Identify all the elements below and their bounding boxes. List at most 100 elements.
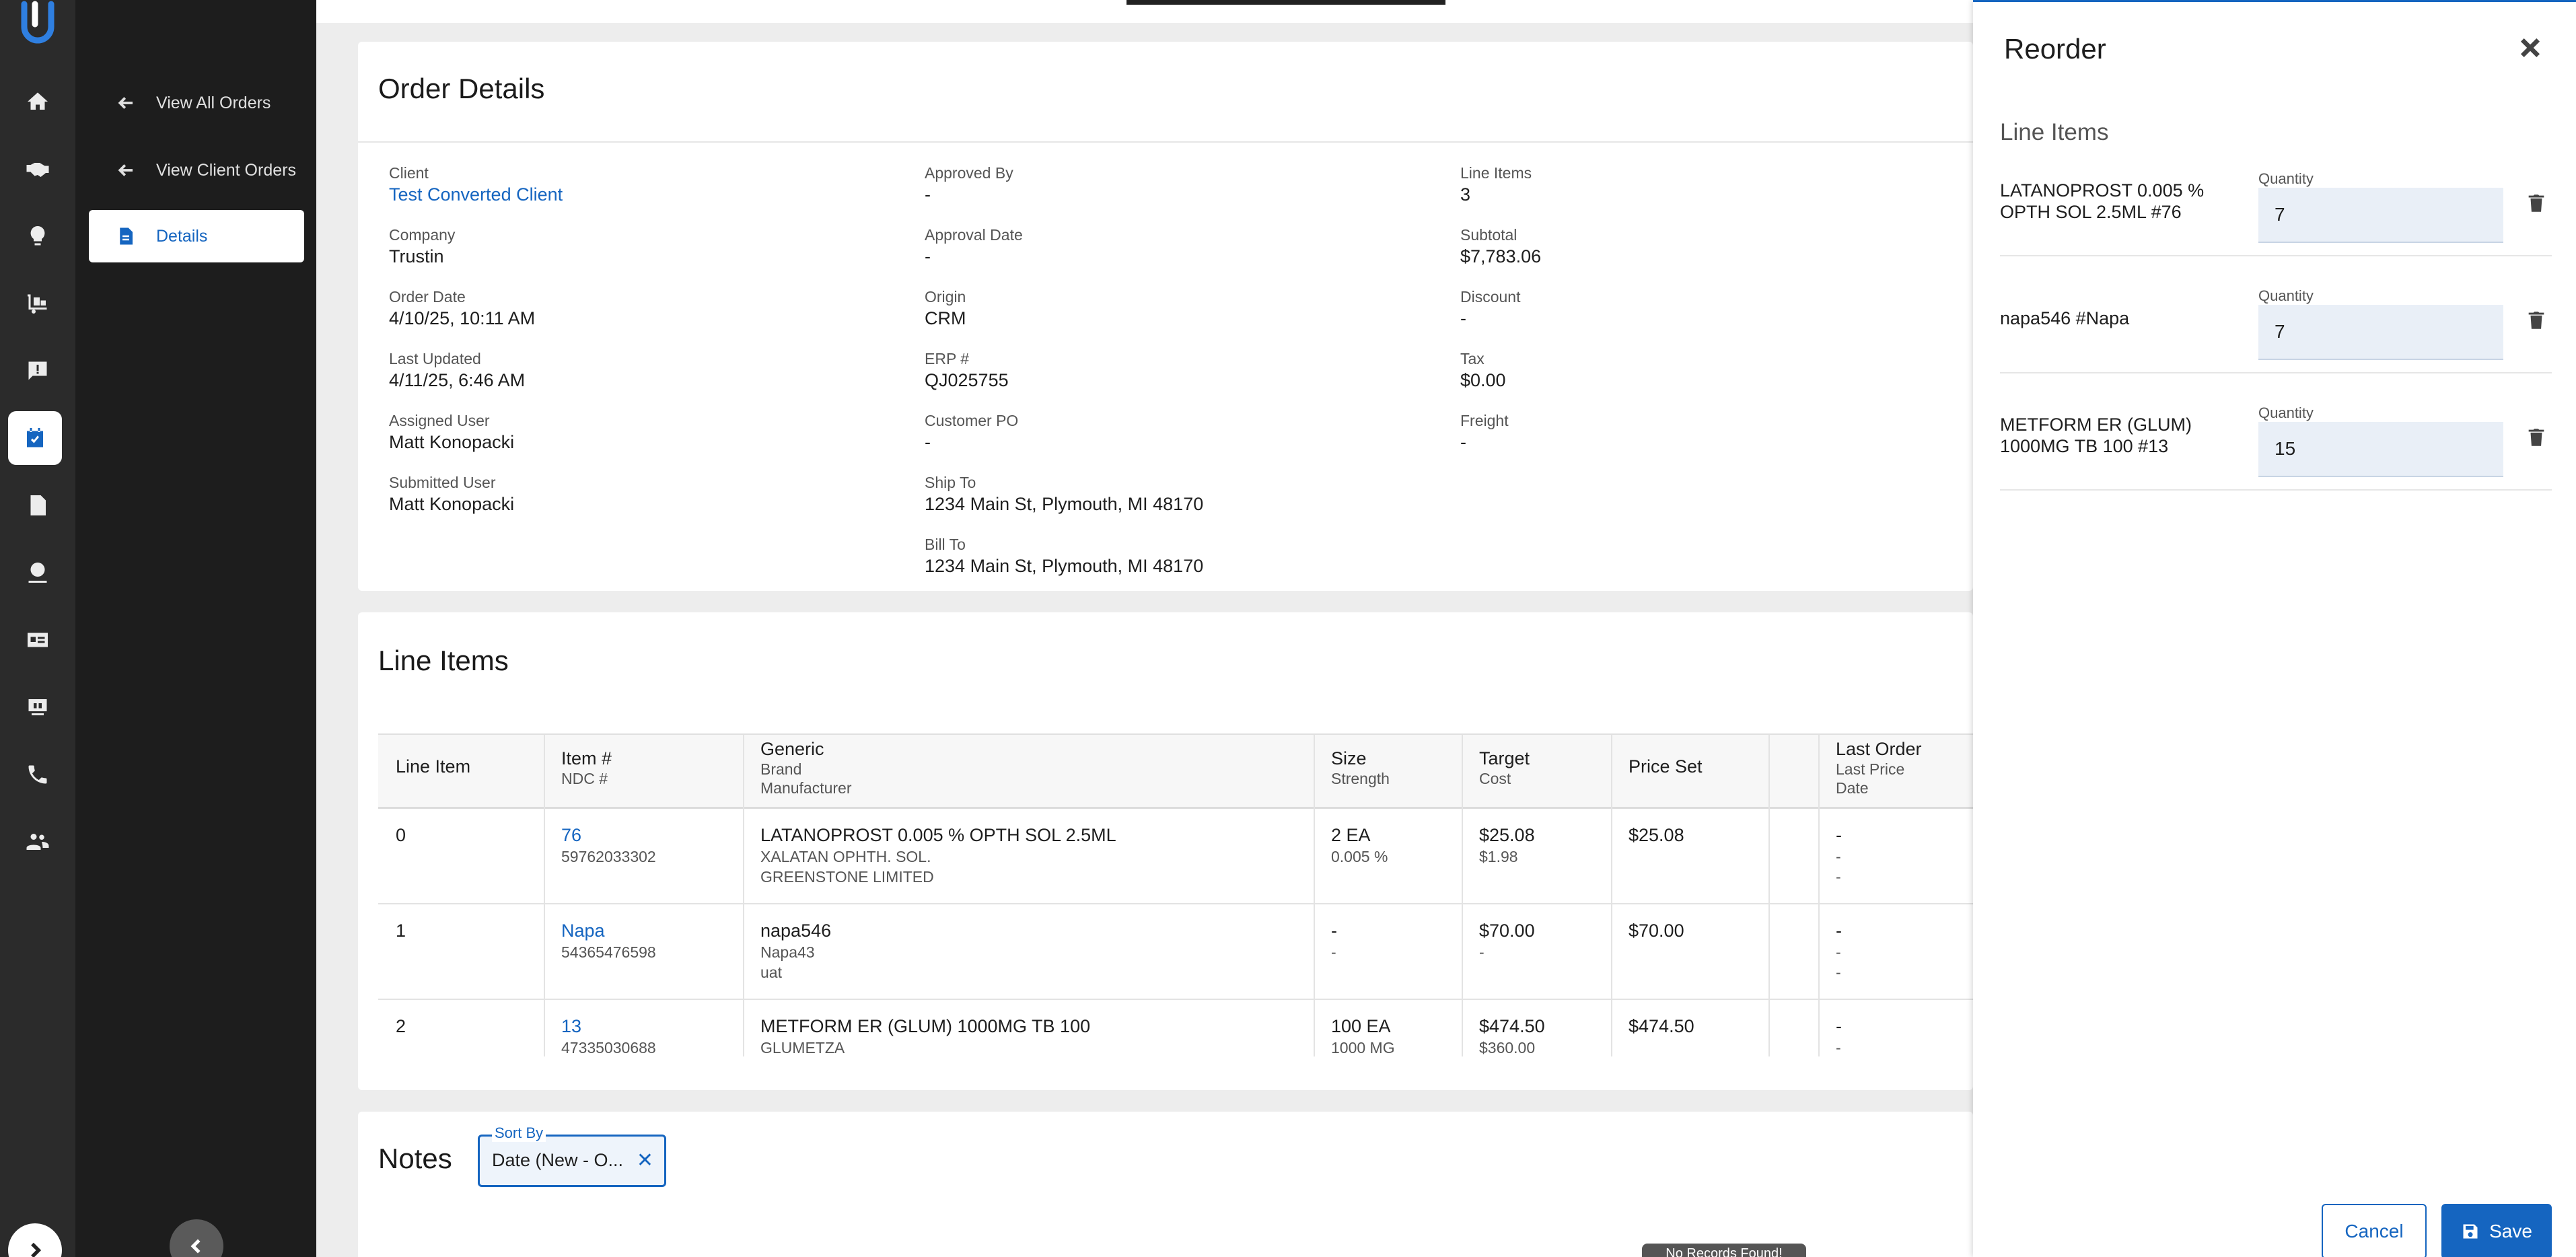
quantity-label: Quantity: [2258, 170, 2314, 187]
invoice-icon[interactable]: [17, 485, 58, 526]
divider: [358, 141, 1973, 143]
reorder-item-name: napa546 #Napa: [2000, 308, 2130, 328]
cell-target: $70.00: [1479, 921, 1535, 941]
cell-generic: napa546: [760, 921, 832, 941]
nav-view-all-orders[interactable]: View All Orders: [89, 77, 304, 129]
cell-line: 0: [396, 825, 406, 845]
phone-icon[interactable]: [17, 754, 58, 795]
field-bill-to: Bill To 1234 Main St, Plymouth, MI 48170: [925, 536, 1204, 576]
collapse-nav-button[interactable]: [170, 1219, 223, 1257]
delete-item-button[interactable]: [2525, 308, 2548, 333]
main-content: Order Details Client Test Converted Clie…: [316, 0, 1973, 1257]
cell-price-set: $70.00: [1629, 921, 1684, 941]
cell-ndc: 54365476598: [561, 943, 656, 961]
id-card-icon[interactable]: [17, 620, 58, 660]
trash-icon: [2528, 429, 2544, 446]
header-line-item[interactable]: Line Item: [396, 756, 470, 777]
header-last-price: Last Price: [1836, 760, 1905, 778]
cell-brand: GLUMETZA: [760, 1039, 845, 1056]
cell-line: 2: [396, 1016, 406, 1036]
item-link[interactable]: Napa: [561, 921, 605, 941]
reorder-item: LATANOPROST 0.005 % OPTH SOL 2.5ML #76 Q…: [2000, 139, 2552, 256]
field-discount: Discount -: [1460, 288, 1521, 328]
field-submitted-user: Submitted User Matt Konopacki: [389, 474, 515, 514]
storefront-icon[interactable]: [17, 687, 58, 727]
trash-icon: [2528, 194, 2544, 212]
nav-view-client-orders[interactable]: View Client Orders: [89, 144, 304, 196]
reorder-item-name: METFORM ER (GLUM) 1000MG TB 100 #13: [2000, 415, 2192, 456]
top-indicator: [1126, 0, 1445, 5]
app-logo-icon[interactable]: [15, 0, 61, 46]
icon-rail: [0, 0, 75, 1257]
header-date: Date: [1836, 779, 1869, 797]
team-icon[interactable]: [17, 822, 58, 862]
dolly-icon[interactable]: [17, 283, 58, 324]
top-bar: [316, 0, 1973, 23]
cell-last-price: -: [1836, 943, 1841, 961]
reorder-item: napa546 #Napa Quantity: [2000, 256, 2552, 373]
header-target[interactable]: Target: [1479, 748, 1530, 769]
chevron-left-icon: [190, 1239, 201, 1254]
reorder-item: METFORM ER (GLUM) 1000MG TB 100 #13 Quan…: [2000, 373, 2552, 491]
field-freight: Freight -: [1460, 412, 1509, 452]
drawer-title: Reorder: [2004, 33, 2106, 65]
quantity-input[interactable]: [2258, 188, 2503, 243]
cell-last-price: -: [1836, 1039, 1841, 1056]
field-tax: Tax $0.00: [1460, 350, 1506, 390]
item-link[interactable]: 76: [561, 825, 581, 846]
cancel-button[interactable]: Cancel: [2322, 1204, 2427, 1257]
cell-target: $474.50: [1479, 1016, 1545, 1036]
cell-manufacturer: uat: [760, 964, 782, 981]
cell-target: $25.08: [1479, 825, 1535, 845]
field-customer-po: Customer PO -: [925, 412, 1019, 452]
lightbulb-icon[interactable]: [17, 216, 58, 256]
table-header: [378, 735, 1973, 809]
close-drawer-button[interactable]: [2517, 34, 2544, 61]
cell-strength: 1000 MG: [1331, 1039, 1395, 1056]
field-client: Client Test Converted Client: [389, 164, 563, 206]
field-last-updated: Last Updated 4/11/25, 6:46 AM: [389, 350, 526, 390]
header-size[interactable]: Size: [1331, 748, 1367, 769]
order-details-title: Order Details: [378, 73, 545, 104]
clear-sort-icon[interactable]: ✕: [637, 1149, 653, 1172]
orders-calendar-icon[interactable]: [8, 411, 62, 465]
field-approved-by: Approved By -: [925, 164, 1013, 205]
header-last-order[interactable]: Last Order: [1836, 739, 1922, 760]
delete-item-button[interactable]: [2525, 190, 2548, 216]
quantity-input[interactable]: [2258, 305, 2503, 360]
account-balance-icon[interactable]: [17, 552, 58, 593]
expand-sidebar-button[interactable]: [8, 1223, 62, 1257]
cell-size: 100 EA: [1331, 1016, 1391, 1036]
line-items-title: Line Items: [378, 645, 509, 676]
cell-brand: XALATAN OPHTH. SOL.: [760, 848, 931, 865]
arrow-left-icon: [118, 97, 133, 109]
cell-strength: -: [1331, 943, 1336, 961]
cell-last-price: -: [1836, 848, 1841, 865]
header-price-set[interactable]: Price Set: [1629, 756, 1703, 777]
feedback-icon[interactable]: [17, 351, 58, 391]
secondary-nav: View All Orders View Client Orders Detai…: [75, 0, 316, 1257]
field-ship-to: Ship To 1234 Main St, Plymouth, MI 48170: [925, 474, 1204, 514]
client-link[interactable]: Test Converted Client: [389, 183, 563, 206]
header-strength: Strength: [1331, 770, 1390, 787]
quantity-input[interactable]: [2258, 422, 2503, 477]
delete-item-button[interactable]: [2525, 425, 2548, 450]
header-item-no[interactable]: Item #: [561, 748, 612, 769]
cell-cost: -: [1479, 943, 1484, 961]
cell-size: -: [1331, 921, 1337, 941]
item-link[interactable]: 13: [561, 1016, 581, 1037]
home-icon[interactable]: [17, 81, 58, 122]
handshake-icon[interactable]: [17, 149, 58, 189]
cell-generic: METFORM ER (GLUM) 1000MG TB 100: [760, 1016, 1091, 1036]
save-button[interactable]: Save: [2441, 1204, 2552, 1257]
sort-by-select[interactable]: Sort By Date (New - O... ✕: [478, 1124, 666, 1187]
order-details-card: Order Details Client Test Converted Clie…: [358, 42, 1973, 591]
nav-details[interactable]: Details: [89, 210, 304, 262]
close-icon: [2520, 38, 2540, 58]
cell-generic: LATANOPROST 0.005 % OPTH SOL 2.5ML: [760, 825, 1116, 845]
reorder-item-name: LATANOPROST 0.005 % OPTH SOL 2.5ML #76: [2000, 180, 2205, 222]
field-order-date: Order Date 4/10/25, 10:11 AM: [389, 288, 536, 328]
cell-manufacturer: GREENSTONE LIMITED: [760, 868, 934, 886]
header-generic[interactable]: Generic: [760, 739, 824, 760]
field-origin: Origin CRM: [925, 288, 966, 328]
